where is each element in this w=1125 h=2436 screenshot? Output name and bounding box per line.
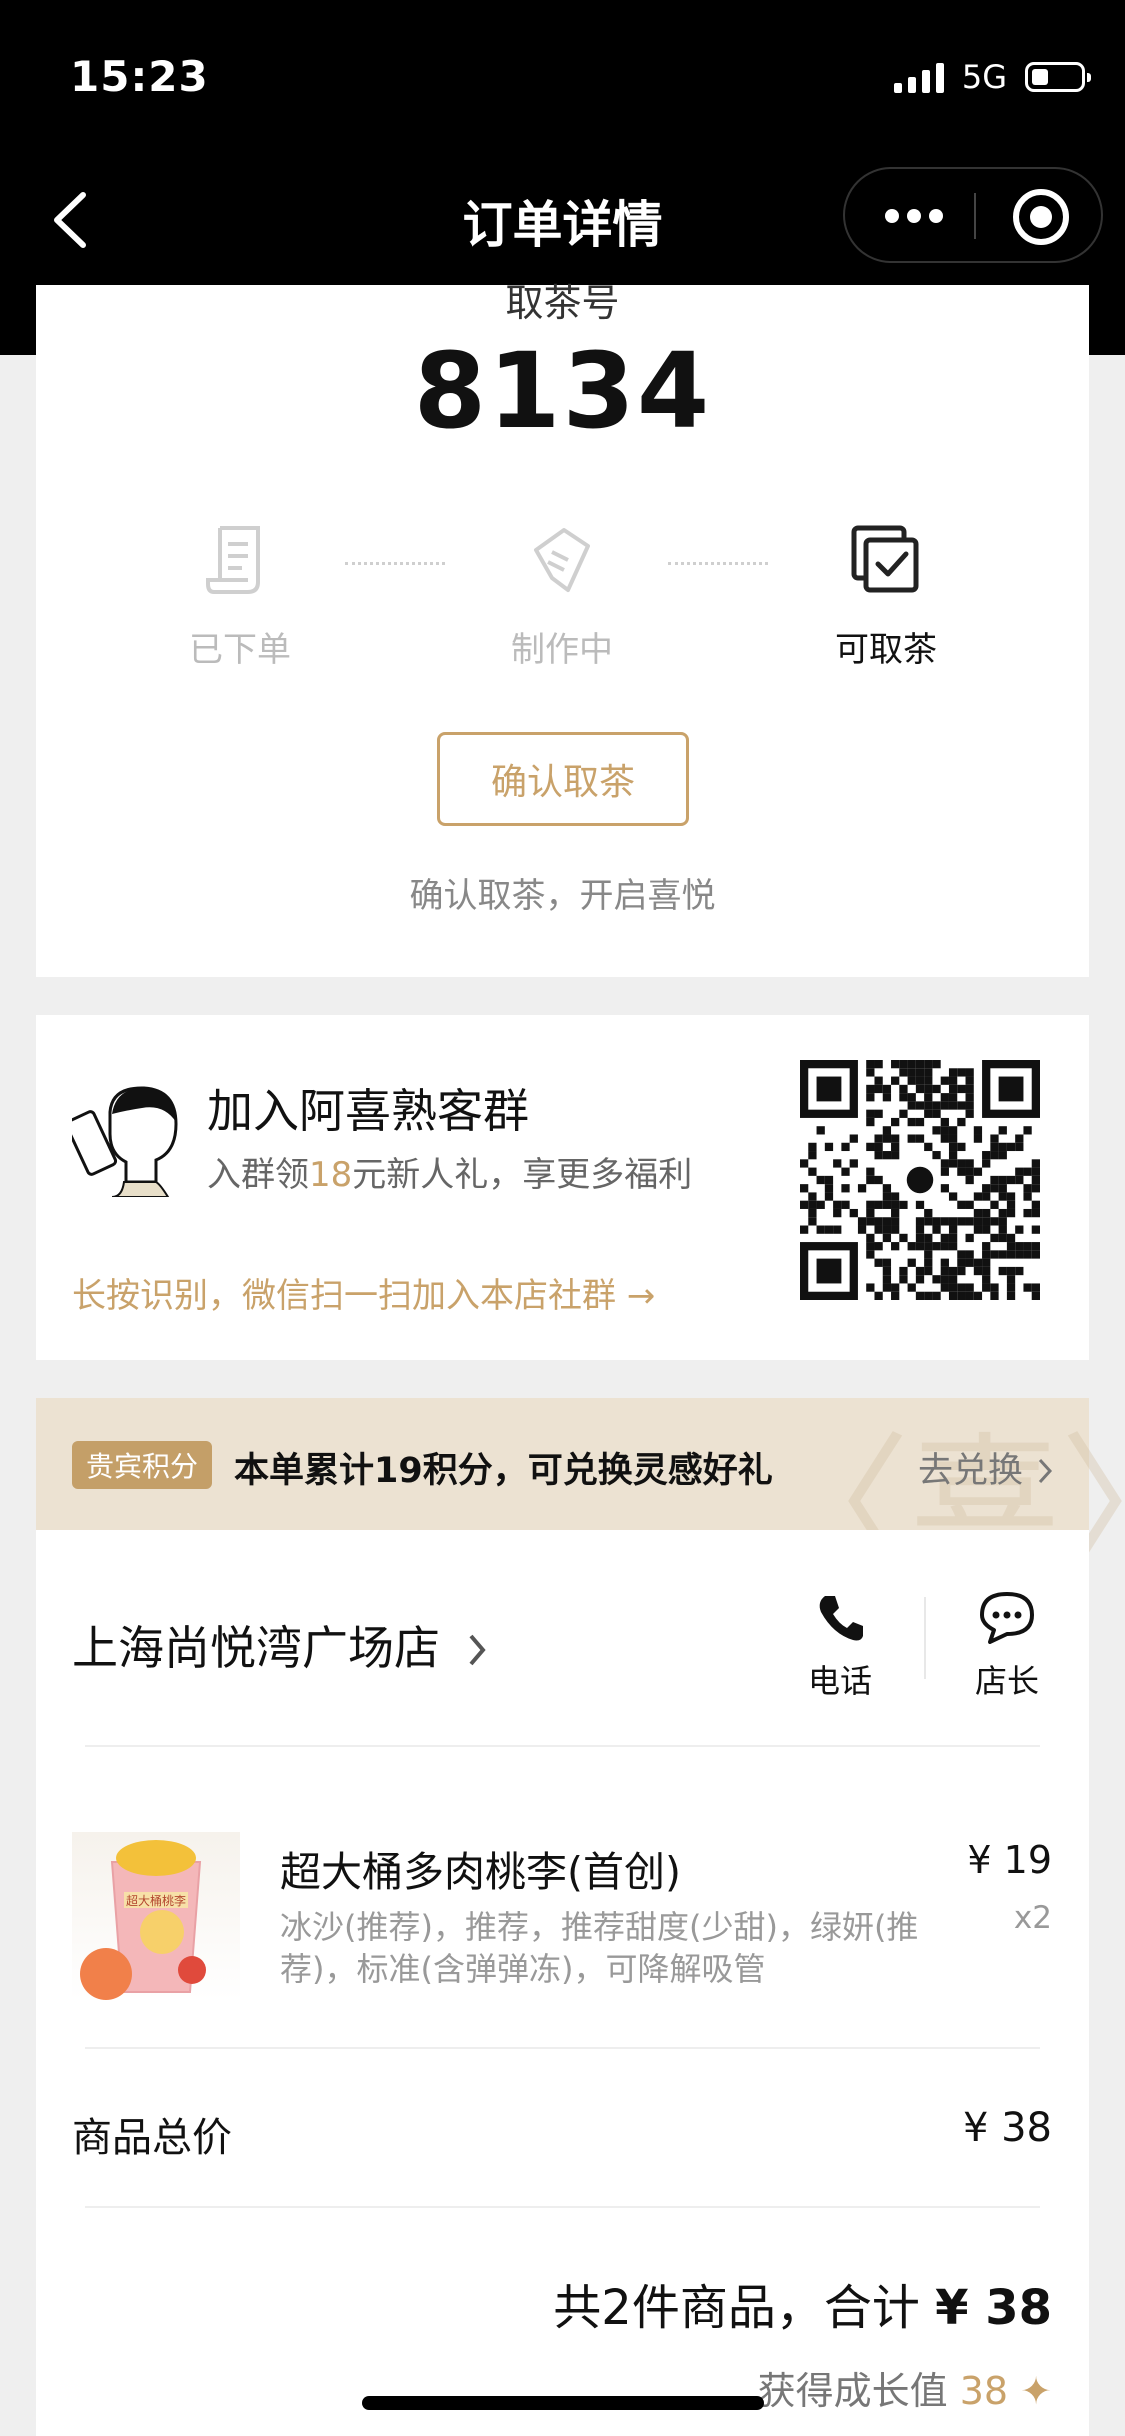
step-label: 制作中: [511, 630, 613, 670]
growth-label: 获得成长值: [757, 2369, 948, 2413]
subtotal-label: 商品总价: [72, 2115, 232, 2161]
divider: [924, 1597, 926, 1679]
phone-icon: [819, 1596, 863, 1641]
store-name-link[interactable]: 上海尚悦湾广场店: [72, 1612, 491, 1678]
step-connector: [345, 562, 445, 569]
growth-amount: 38: [959, 2369, 1009, 2413]
svg-text:超大桶桃李: 超大桶桃李: [126, 1893, 186, 1908]
miniprogram-capsule: [843, 167, 1103, 263]
home-indicator: [362, 2396, 764, 2410]
points-tag: 贵宾积分: [72, 1441, 213, 1489]
redeem-label: 去兑换: [918, 1451, 1024, 1491]
step-label: 可取茶: [835, 630, 937, 670]
phone-label: 电话: [807, 1662, 872, 1700]
growth-value: 获得成长值 38 ✦: [758, 2360, 1052, 2415]
confirm-hint: 确认取茶，开启喜悦: [409, 876, 716, 916]
group-subtitle: 入群领18元新人礼，享更多福利: [207, 1147, 692, 1196]
group-sub-suffix: 元新人礼，享更多福利: [352, 1155, 693, 1195]
order-total: 共2件商品，合计 ¥ 38: [553, 2268, 1052, 2338]
mascot-drinking-icon: [72, 1086, 178, 1197]
manager-chat-button[interactable]: 店长: [957, 1590, 1057, 1702]
divider: [85, 2047, 1040, 2049]
phone-button[interactable]: 电话: [790, 1592, 890, 1702]
pickup-number: 8134: [413, 330, 712, 452]
sparkle-icon: ✦: [1020, 2369, 1052, 2413]
points-text: 本单累计19积分，可兑换灵感好礼: [234, 1451, 773, 1491]
product-name: 超大桶多肉桃李(首创): [280, 1848, 681, 1896]
battery-icon: [1025, 62, 1091, 92]
pickup-label: 取茶号: [505, 281, 620, 325]
group-sub-prefix: 入群领: [207, 1155, 309, 1195]
group-title: 加入阿喜熟客群: [207, 1084, 529, 1138]
status-icons: 5G: [893, 58, 1091, 96]
product-price: ¥ 19: [967, 1838, 1052, 1882]
total-prefix: 共2件商品，合计: [553, 2280, 920, 2336]
step-ready: 可取茶: [776, 520, 996, 671]
chevron-right-icon: [1039, 1458, 1053, 1484]
redeem-link[interactable]: 去兑换: [918, 1442, 1056, 1493]
more-button[interactable]: [885, 209, 943, 223]
manager-label: 店长: [974, 1662, 1039, 1700]
divider: [85, 1745, 1040, 1747]
divider: [85, 2206, 1040, 2208]
status-time: 15:23: [70, 52, 209, 101]
subtotal-value: ¥ 38: [962, 2105, 1052, 2151]
chat-bubble-icon: [980, 1592, 1034, 1644]
signal-icon: [893, 61, 944, 93]
receipt-icon: [206, 526, 260, 594]
chevron-right-icon: [469, 1634, 486, 1666]
network-type: 5G: [961, 58, 1007, 96]
step-connector: [668, 562, 768, 569]
step-label: 已下单: [189, 630, 291, 670]
close-miniprogram-button[interactable]: [1013, 189, 1069, 245]
confirm-pickup-button[interactable]: 确认取茶: [437, 732, 689, 826]
step-making: 制作中: [452, 520, 672, 671]
total-amount: ¥ 38: [935, 2280, 1052, 2336]
join-group-link[interactable]: 长按识别，微信扫一扫加入本店社群 →: [72, 1268, 655, 1317]
making-icon: [534, 528, 590, 592]
product-options: 冰沙(推荐)，推荐，推荐甜度(少甜)，绿妍(推荐)，标准(含弹弹冻)，可降解吸管: [280, 1908, 919, 1988]
product-quantity: x2: [1013, 1900, 1052, 1936]
checked-box-icon: [851, 525, 919, 593]
step-ordered: 已下单: [130, 520, 350, 671]
group-qr-code[interactable]: [800, 1060, 1040, 1300]
product-image: 超大桶桃李: [72, 1832, 240, 2000]
group-sub-highlight: 18: [309, 1155, 353, 1195]
peach-drink-image: 超大桶桃李: [80, 1840, 206, 2000]
store-name: 上海尚悦湾广场店: [72, 1621, 440, 1675]
